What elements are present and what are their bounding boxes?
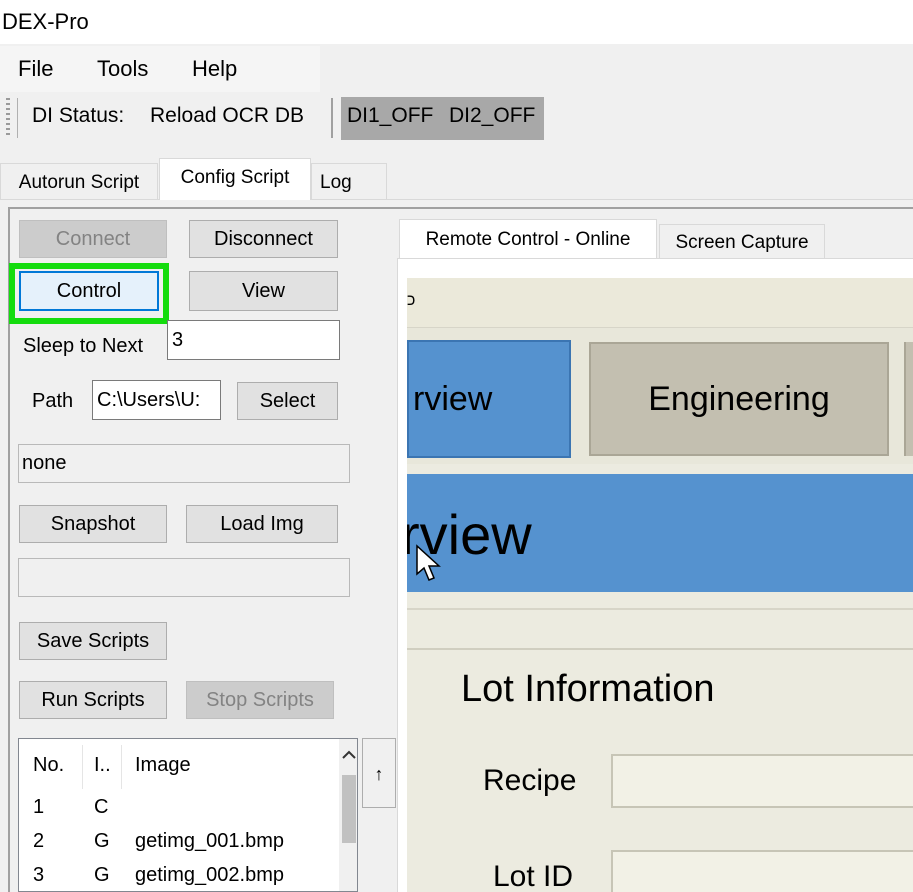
- list-cell-no: 2: [33, 830, 45, 852]
- tab-remote-control-online[interactable]: Remote Control - Online: [399, 219, 657, 259]
- menu-help[interactable]: Help: [192, 56, 237, 82]
- list-cell-i: G: [94, 830, 110, 852]
- menu-bar: File Tools Help: [0, 46, 320, 92]
- tab-log[interactable]: Log: [311, 163, 387, 200]
- list-header-no[interactable]: No.: [33, 754, 64, 777]
- tab-screen-capture[interactable]: Screen Capture: [659, 224, 825, 259]
- menu-file[interactable]: File: [18, 56, 53, 82]
- disconnect-button[interactable]: Disconnect: [189, 220, 338, 258]
- remote-engineering-tab[interactable]: Engineering: [589, 342, 889, 456]
- path-label: Path: [32, 390, 74, 412]
- snapshot-button[interactable]: Snapshot: [19, 505, 167, 543]
- load-img-button[interactable]: Load Img: [186, 505, 338, 543]
- remote-engineering-label: Engineering: [648, 379, 830, 418]
- remote-next-tab[interactable]: [904, 342, 913, 456]
- remote-title-banner: rview: [407, 474, 913, 592]
- tab-autorun-script[interactable]: Autorun Script: [0, 163, 158, 200]
- list-cell-i: C: [94, 796, 109, 818]
- sleep-to-next-input[interactable]: 3: [167, 320, 340, 360]
- toolbar-divider: [17, 98, 18, 138]
- list-header-i[interactable]: I..: [94, 754, 111, 777]
- stop-scripts-button[interactable]: Stop Scripts: [186, 681, 334, 719]
- scrollbar-thumb[interactable]: [342, 775, 356, 843]
- di-status-label: DI Status:: [32, 104, 125, 127]
- remote-screen[interactable]: כ rview Engineering rview Lot Informatio…: [407, 278, 913, 892]
- toolbar-separator: [331, 98, 333, 138]
- recipe-field[interactable]: [611, 754, 913, 808]
- view-button[interactable]: View: [189, 271, 338, 311]
- status-field: none: [18, 444, 350, 483]
- menu-bar-empty: [320, 46, 913, 92]
- connect-button[interactable]: Connect: [19, 220, 167, 258]
- list-header-image[interactable]: Image: [135, 754, 191, 777]
- list-scrollbar[interactable]: [339, 739, 357, 891]
- reload-ocr-db-button[interactable]: Reload OCR DB: [150, 104, 304, 128]
- lot-information-title: Lot Information: [461, 668, 715, 710]
- remote-divider: [407, 608, 913, 610]
- list-cell-image: getimg_001.bmp: [135, 830, 284, 852]
- list-cell-no: 3: [33, 864, 45, 886]
- list-header-divider: [121, 745, 122, 789]
- tab-config-script[interactable]: Config Script: [159, 158, 311, 200]
- di-status-box: DI1_OFF DI2_OFF: [341, 97, 544, 140]
- list-header-divider: [82, 745, 83, 789]
- lot-id-label: Lot ID: [493, 860, 574, 892]
- list-cell-i: G: [94, 864, 110, 886]
- sleep-to-next-label: Sleep to Next: [23, 335, 144, 357]
- control-button[interactable]: Control: [19, 271, 159, 311]
- window-title: DEX-Pro: [0, 0, 913, 44]
- empty-field: [18, 558, 350, 597]
- run-scripts-button[interactable]: Run Scripts: [19, 681, 167, 719]
- list-item[interactable]: 3 G getimg_002.bmp: [19, 859, 339, 891]
- list-cell-no: 1: [33, 796, 45, 818]
- save-scripts-button[interactable]: Save Scripts: [19, 622, 167, 660]
- remote-overview-tab[interactable]: rview: [407, 340, 571, 458]
- remote-strip-glyph: כ: [407, 292, 416, 309]
- move-up-button[interactable]: ↑: [362, 738, 396, 808]
- di2-status: DI2_OFF: [449, 104, 536, 127]
- mouse-cursor-icon: [416, 544, 441, 581]
- list-cell-image: getimg_002.bmp: [135, 864, 284, 886]
- select-path-button[interactable]: Select: [237, 382, 338, 420]
- menu-tools[interactable]: Tools: [97, 56, 148, 82]
- di1-status: DI1_OFF: [347, 104, 434, 127]
- remote-overview-label: rview: [413, 379, 493, 418]
- path-input[interactable]: C:\Users\U:: [92, 380, 221, 420]
- script-list[interactable]: No. I.. Image 1 C 2 G getimg_001.bmp 3 G…: [18, 738, 358, 892]
- recipe-label: Recipe: [483, 764, 577, 797]
- scroll-up-icon[interactable]: [342, 749, 356, 759]
- toolbar-grip[interactable]: [6, 98, 10, 138]
- lot-information-panel: Lot Information Recipe Lot ID: [407, 648, 913, 892]
- lot-id-field[interactable]: [611, 850, 913, 892]
- list-item[interactable]: 2 G getimg_001.bmp: [19, 825, 339, 857]
- list-item[interactable]: 1 C: [19, 791, 339, 823]
- remote-top-strip: כ: [407, 278, 913, 328]
